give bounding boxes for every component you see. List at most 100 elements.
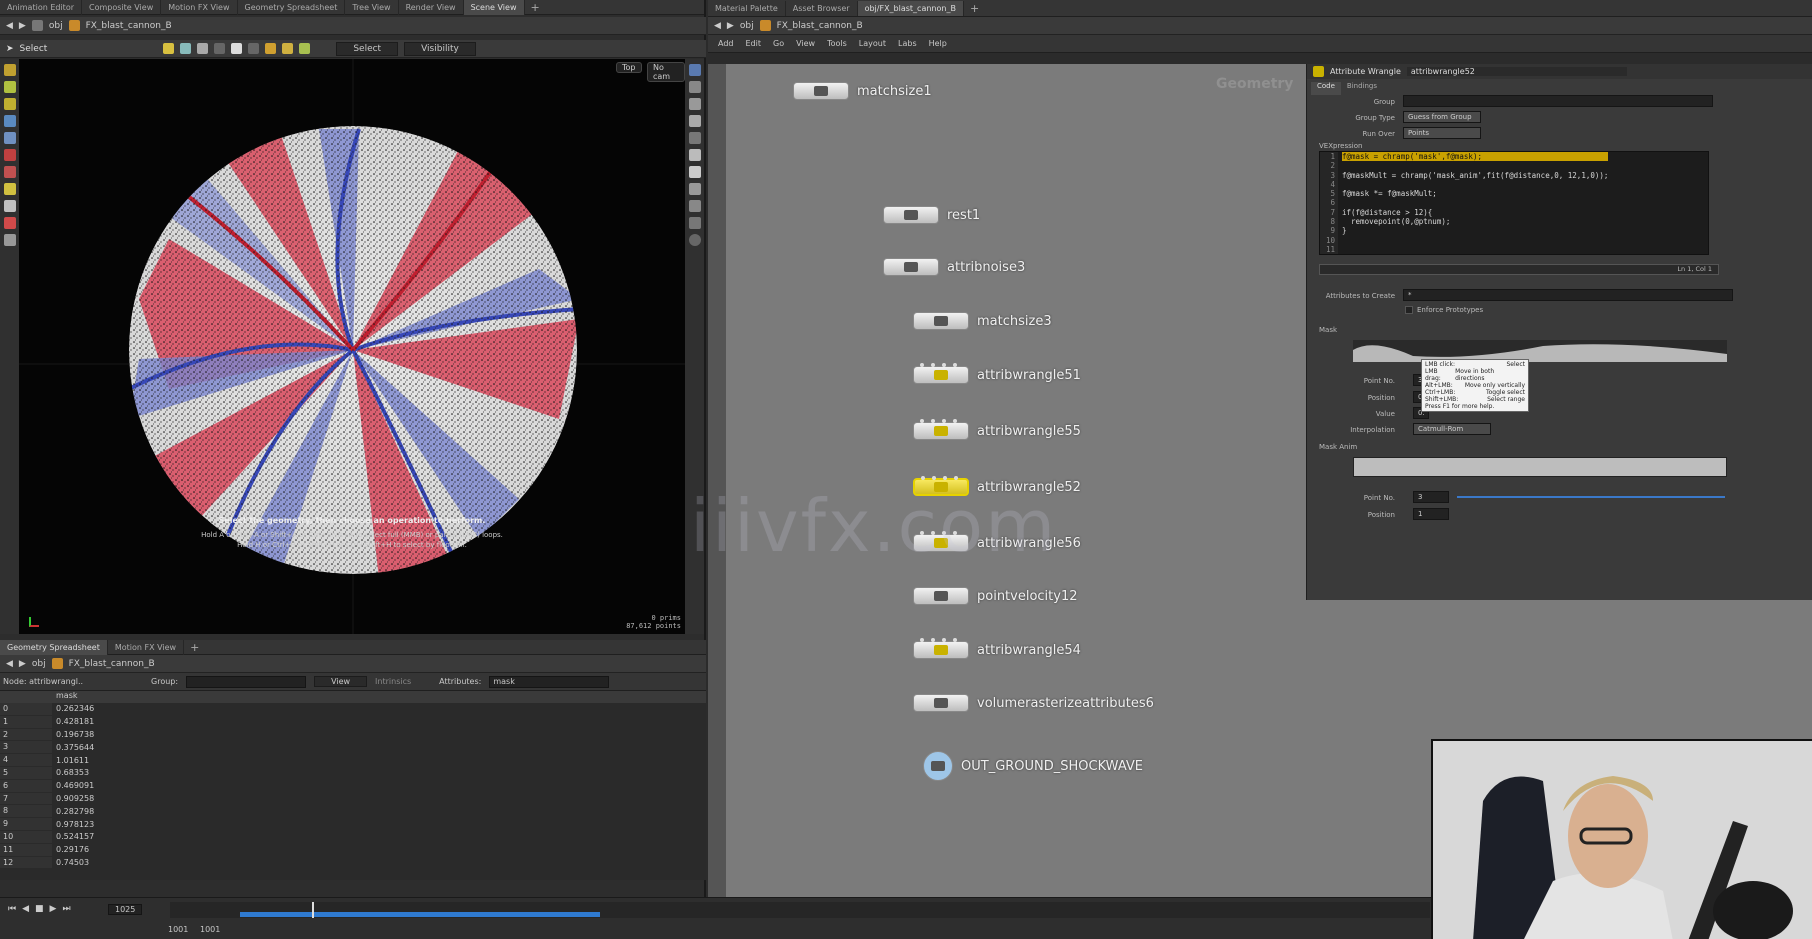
node-inputs[interactable]: [920, 419, 957, 423]
home-icon[interactable]: [688, 115, 701, 127]
path-context[interactable]: obj: [49, 21, 63, 31]
table-row[interactable]: 1 0.428181: [0, 715, 706, 729]
table-row[interactable]: 6 0.469091: [0, 779, 706, 793]
table-row[interactable]: 7 0.909258: [0, 792, 706, 806]
tab-asset-browser[interactable]: Asset Browser: [786, 0, 858, 16]
transform-icon[interactable]: [3, 64, 16, 76]
menu-view[interactable]: View: [796, 39, 815, 48]
camera-icon[interactable]: [3, 200, 16, 212]
node-matchsize3[interactable]: matchsize3: [913, 312, 1052, 330]
vex-editor[interactable]: 1 2 3 4 5 6 7 8 9 10 11 f@mask = chramp('mask',f@m…: [1319, 151, 1709, 255]
node-inputs[interactable]: [920, 363, 957, 367]
node-attribwrangle52[interactable]: attribwrangle52: [913, 476, 1081, 496]
jump-start-icon[interactable]: ⏮: [8, 904, 16, 914]
sop-node-icon[interactable]: [793, 82, 849, 100]
table-row[interactable]: 0 0.262346: [0, 703, 706, 716]
attr-create-field[interactable]: *: [1403, 289, 1733, 301]
enforce-checkbox[interactable]: [1405, 306, 1413, 314]
menu-go[interactable]: Go: [773, 39, 784, 48]
select-edges-icon[interactable]: [180, 43, 192, 54]
select-prims-icon[interactable]: [197, 43, 209, 54]
view-menu[interactable]: Top: [616, 62, 642, 73]
back-arrow-icon[interactable]: ◀: [714, 21, 721, 31]
menu-edit[interactable]: Edit: [746, 39, 762, 48]
path-node[interactable]: FX_blast_cannon_B: [777, 21, 863, 31]
forward-arrow-icon[interactable]: ▶: [19, 21, 26, 31]
menu-add[interactable]: Add: [718, 39, 734, 48]
tab-composite-view[interactable]: Composite View: [82, 0, 162, 15]
sop-node-icon[interactable]: [923, 751, 953, 781]
attributes-field[interactable]: mask: [489, 675, 610, 688]
table-row[interactable]: 5 0.68353: [0, 766, 706, 780]
sop-node-icon[interactable]: [883, 258, 939, 276]
snap-icon[interactable]: [265, 43, 277, 54]
node-inputs[interactable]: [920, 531, 957, 535]
sop-node-icon[interactable]: [913, 694, 969, 712]
light-mode-icon[interactable]: [688, 166, 701, 178]
node-attribnoise3[interactable]: attribnoise3: [883, 258, 1025, 276]
forward-arrow-icon[interactable]: ▶: [727, 21, 734, 31]
lasso-icon[interactable]: [214, 43, 226, 54]
jump-end-icon[interactable]: ⏭: [62, 904, 70, 914]
node-name-field[interactable]: attribwrangle52: [1406, 67, 1627, 76]
magnet-icon[interactable]: [3, 217, 16, 229]
range-end[interactable]: 1001: [200, 925, 220, 934]
menu-layout[interactable]: Layout: [859, 39, 886, 48]
column-header-mask[interactable]: mask: [52, 691, 78, 703]
viewport[interactable]: Top No cam Select the geometry, then cho…: [19, 59, 685, 634]
path-node[interactable]: FX_blast_cannon_B: [86, 21, 172, 31]
add-tab-icon[interactable]: +: [964, 2, 985, 15]
menu-help[interactable]: Help: [929, 39, 947, 48]
handles-icon[interactable]: [3, 234, 16, 246]
table-row[interactable]: 9 0.978123: [0, 818, 706, 831]
mask-anim-point-no-field[interactable]: 3: [1413, 491, 1449, 503]
current-frame-field[interactable]: 1025: [108, 904, 143, 915]
table-row[interactable]: 12 0.74503: [0, 856, 706, 870]
visibility-dropdown[interactable]: Visibility: [404, 41, 476, 56]
back-arrow-icon[interactable]: ◀: [6, 659, 13, 669]
interp-dropdown[interactable]: Catmull-Rom: [1413, 423, 1491, 435]
group-type-dropdown[interactable]: Guess from Group: [1403, 111, 1481, 123]
table-row[interactable]: 11 0.29176: [0, 843, 706, 857]
node-attribwrangle51[interactable]: attribwrangle51: [913, 363, 1081, 384]
table-row[interactable]: 2 0.196738: [0, 728, 706, 742]
handle-icon[interactable]: [299, 43, 311, 54]
point-display-icon[interactable]: [688, 183, 701, 195]
node-volumerasterizeattributes6[interactable]: volumerasterizeattributes6: [913, 694, 1154, 712]
view-dropdown[interactable]: View: [314, 676, 368, 687]
tab-motion-fx-view[interactable]: Motion FX View: [161, 0, 238, 15]
brush-select-icon[interactable]: [248, 43, 260, 54]
path-context[interactable]: obj: [32, 659, 46, 669]
playhead[interactable]: [312, 902, 314, 918]
wrangle-node-icon[interactable]: [913, 476, 969, 496]
box-select-icon[interactable]: [231, 43, 243, 54]
table-row[interactable]: 3 0.375644: [0, 741, 706, 755]
tab-animation-editor[interactable]: Animation Editor: [0, 0, 83, 15]
node-attribwrangle54[interactable]: attribwrangle54: [913, 638, 1081, 659]
step-back-icon[interactable]: ◀: [22, 904, 29, 914]
select-tool-icon[interactable]: ➤: [6, 44, 14, 54]
sop-node-icon[interactable]: [913, 312, 969, 330]
back-arrow-icon[interactable]: ◀: [6, 21, 13, 31]
group-field[interactable]: [186, 675, 307, 688]
menu-labs[interactable]: Labs: [898, 39, 917, 48]
table-row[interactable]: 4 1.01611: [0, 754, 706, 767]
run-over-dropdown[interactable]: Points: [1403, 127, 1481, 139]
wrangle-node-icon[interactable]: [913, 531, 969, 552]
add-tab-icon[interactable]: +: [525, 1, 546, 14]
wrangle-node-icon[interactable]: [913, 363, 969, 384]
info-icon[interactable]: [688, 234, 701, 246]
grid-icon[interactable]: [282, 43, 294, 54]
wrangle-node-icon[interactable]: [913, 638, 969, 659]
forward-arrow-icon[interactable]: ▶: [19, 659, 26, 669]
scale-icon[interactable]: [3, 98, 16, 110]
node-inputs[interactable]: [920, 638, 957, 642]
sop-node-icon[interactable]: [913, 587, 969, 605]
display-options-icon[interactable]: [688, 64, 701, 76]
code-text[interactable]: f@mask = chramp('mask',f@mask); f@maskMu…: [1338, 152, 1609, 254]
path-context[interactable]: obj: [740, 21, 754, 31]
node-matchsize1[interactable]: matchsize1: [793, 82, 932, 100]
node-rest1[interactable]: rest1: [883, 206, 980, 224]
tab-tree-view[interactable]: Tree View: [345, 0, 399, 15]
ghost-icon[interactable]: [688, 81, 701, 93]
